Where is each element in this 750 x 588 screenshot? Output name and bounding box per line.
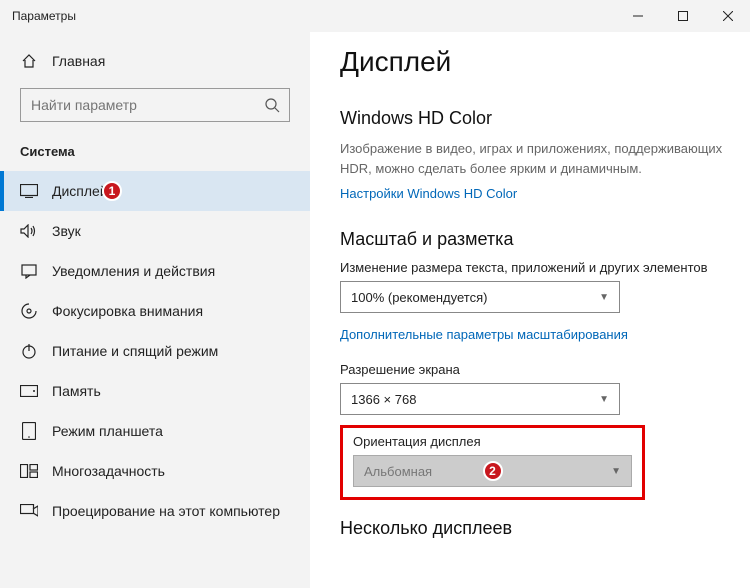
search-field[interactable] — [31, 97, 263, 113]
maximize-button[interactable] — [660, 0, 705, 32]
page-title: Дисплей — [340, 46, 724, 78]
titlebar: Параметры — [0, 0, 750, 32]
chevron-down-icon: ▼ — [599, 394, 609, 405]
sidebar-item-focus[interactable]: Фокусировка внимания — [0, 291, 310, 331]
sidebar-item-display[interactable]: Дисплей 1 — [0, 171, 310, 211]
projecting-icon — [20, 502, 38, 520]
sidebar-item-label: Многозадачность — [52, 463, 165, 479]
multitask-icon — [20, 462, 38, 480]
scale-dropdown[interactable]: 100% (рекомендуется) ▼ — [340, 281, 620, 313]
storage-icon — [20, 382, 38, 400]
annotation-highlight-box: Ориентация дисплея Альбомная ▼ 2 — [340, 425, 645, 500]
scale-change-label: Изменение размера текста, приложений и д… — [340, 260, 724, 275]
hd-color-desc: Изображение в видео, играх и приложениях… — [340, 139, 724, 178]
close-button[interactable] — [705, 0, 750, 32]
sidebar-item-label: Режим планшета — [52, 423, 163, 439]
hd-color-link[interactable]: Настройки Windows HD Color — [340, 186, 517, 201]
scale-adv-link[interactable]: Дополнительные параметры масштабирования — [340, 327, 628, 342]
sidebar-item-label: Дисплей — [52, 183, 108, 199]
chevron-down-icon: ▼ — [611, 466, 621, 477]
home-icon — [20, 52, 38, 70]
focus-icon — [20, 302, 38, 320]
chevron-down-icon: ▼ — [599, 292, 609, 303]
orientation-dropdown[interactable]: Альбомная ▼ 2 — [353, 455, 632, 487]
search-icon — [263, 96, 281, 114]
sidebar-item-power[interactable]: Питание и спящий режим — [0, 331, 310, 371]
sidebar-item-tablet[interactable]: Режим планшета — [0, 411, 310, 451]
orientation-label: Ориентация дисплея — [353, 434, 632, 449]
resolution-value: 1366 × 768 — [351, 392, 416, 407]
notifications-icon — [20, 262, 38, 280]
display-icon — [20, 182, 38, 200]
hd-color-heading: Windows HD Color — [340, 108, 724, 129]
sidebar-item-label: Звук — [52, 223, 81, 239]
tablet-icon — [20, 422, 38, 440]
minimize-button[interactable] — [615, 0, 660, 32]
home-link[interactable]: Главная — [0, 44, 310, 78]
category-label: Система — [0, 140, 310, 171]
sidebar-item-label: Питание и спящий режим — [52, 343, 218, 359]
resolution-dropdown[interactable]: 1366 × 768 ▼ — [340, 383, 620, 415]
orientation-value: Альбомная — [364, 464, 432, 479]
main-content: Дисплей Windows HD Color Изображение в в… — [310, 32, 750, 588]
sidebar-item-notifications[interactable]: Уведомления и действия — [0, 251, 310, 291]
sidebar-item-label: Проецирование на этот компьютер — [52, 503, 280, 519]
sidebar-item-storage[interactable]: Память — [0, 371, 310, 411]
resolution-label: Разрешение экрана — [340, 362, 724, 377]
scale-heading: Масштаб и разметка — [340, 229, 724, 250]
search-input[interactable] — [20, 88, 290, 122]
annotation-badge-1: 1 — [102, 181, 122, 201]
scale-value: 100% (рекомендуется) — [351, 290, 487, 305]
sidebar-item-projecting[interactable]: Проецирование на этот компьютер — [0, 491, 310, 531]
sidebar-item-label: Фокусировка внимания — [52, 303, 203, 319]
home-label: Главная — [52, 53, 105, 69]
sidebar: Главная Система Дисплей 1 Звук Уведомлен… — [0, 32, 310, 588]
annotation-badge-2: 2 — [483, 461, 503, 481]
sidebar-item-sound[interactable]: Звук — [0, 211, 310, 251]
window-title: Параметры — [12, 9, 615, 23]
power-icon — [20, 342, 38, 360]
sidebar-item-label: Память — [52, 383, 101, 399]
multidisplay-heading: Несколько дисплеев — [340, 518, 724, 539]
sound-icon — [20, 222, 38, 240]
sidebar-item-multitask[interactable]: Многозадачность — [0, 451, 310, 491]
sidebar-item-label: Уведомления и действия — [52, 263, 215, 279]
